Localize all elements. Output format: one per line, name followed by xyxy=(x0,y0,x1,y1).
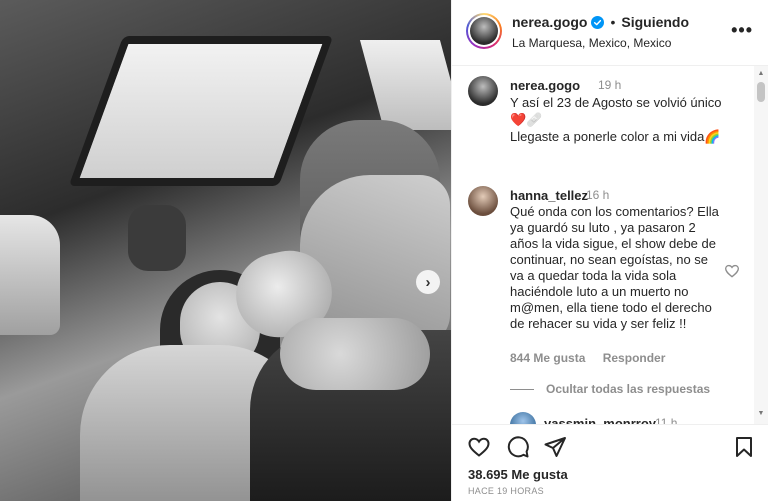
author-username[interactable]: nerea.gogo xyxy=(512,14,587,30)
next-photo-button[interactable]: › xyxy=(416,270,440,294)
post-header: nerea.gogo • Siguiendo La Marquesa, Mexi… xyxy=(452,0,768,66)
comment-time: 16 h xyxy=(586,188,610,202)
more-options-icon[interactable]: ••• xyxy=(731,20,753,41)
comments-section[interactable]: nerea.gogo 19 h Y así el 23 de Agosto se… xyxy=(452,66,768,424)
header-row: nerea.gogo • Siguiendo xyxy=(512,14,689,30)
post-likes-count[interactable]: 38.695 Me gusta xyxy=(468,467,568,482)
comment-avatar[interactable] xyxy=(468,186,498,216)
caption-line-3: Llegaste a ponerle color a mi vida🌈 xyxy=(510,129,721,144)
photo-left-window xyxy=(0,215,60,335)
heart-icon[interactable] xyxy=(467,435,491,459)
scroll-down-arrow-icon[interactable]: ▼ xyxy=(757,410,765,417)
following-button[interactable]: Siguiendo xyxy=(621,14,689,30)
replies-divider xyxy=(510,388,534,390)
post-actions: 38.695 Me gusta HACE 19 HORAS xyxy=(452,424,768,501)
caption-avatar[interactable] xyxy=(468,76,498,106)
reply-username[interactable]: yassmin_monrroy xyxy=(544,416,656,424)
reply-time: 11 h xyxy=(655,416,678,424)
verified-badge-icon xyxy=(591,15,605,29)
header-separator: • xyxy=(610,14,616,30)
chevron-right-icon: › xyxy=(425,273,431,291)
photo-hand xyxy=(280,318,430,390)
comment-likes[interactable]: 844 Me gusta xyxy=(510,351,585,365)
caption-line-2: ❤️🩹 xyxy=(510,112,543,127)
comment-like-heart-icon[interactable] xyxy=(724,263,740,279)
reply-avatar[interactable] xyxy=(510,412,536,424)
reply-button[interactable]: Responder xyxy=(603,351,666,365)
comments-scrollbar[interactable] xyxy=(754,66,768,424)
hide-replies-button[interactable]: Ocultar todas las respuestas xyxy=(510,382,710,396)
hide-replies-label: Ocultar todas las respuestas xyxy=(546,382,711,396)
scroll-up-arrow-icon[interactable]: ▲ xyxy=(757,70,765,77)
comment-meta: 844 Me gusta Responder xyxy=(510,351,679,365)
comment-bubble-icon[interactable] xyxy=(506,435,530,459)
comment-username[interactable]: hanna_tellez xyxy=(510,188,588,203)
post-time-ago: HACE 19 HORAS xyxy=(468,486,544,496)
photo-right-window xyxy=(359,40,451,130)
author-avatar[interactable] xyxy=(466,13,502,49)
caption-username[interactable]: nerea.gogo xyxy=(510,78,580,93)
photo-headrest xyxy=(128,205,186,271)
post-location[interactable]: La Marquesa, Mexico, Mexico xyxy=(512,36,671,50)
post-photo[interactable]: › xyxy=(0,0,451,501)
comment-text: Qué onda con los comentarios? Ella ya gu… xyxy=(510,204,719,331)
photo-sunroof xyxy=(68,36,334,186)
caption-line-1: Y así el 23 de Agosto se volvió único xyxy=(510,95,722,110)
bookmark-icon[interactable] xyxy=(732,435,756,459)
paper-plane-icon[interactable] xyxy=(543,435,567,459)
caption-time: 19 h xyxy=(598,78,622,92)
scrollbar-thumb[interactable] xyxy=(757,82,765,102)
post-details-panel: nerea.gogo • Siguiendo La Marquesa, Mexi… xyxy=(451,0,768,501)
